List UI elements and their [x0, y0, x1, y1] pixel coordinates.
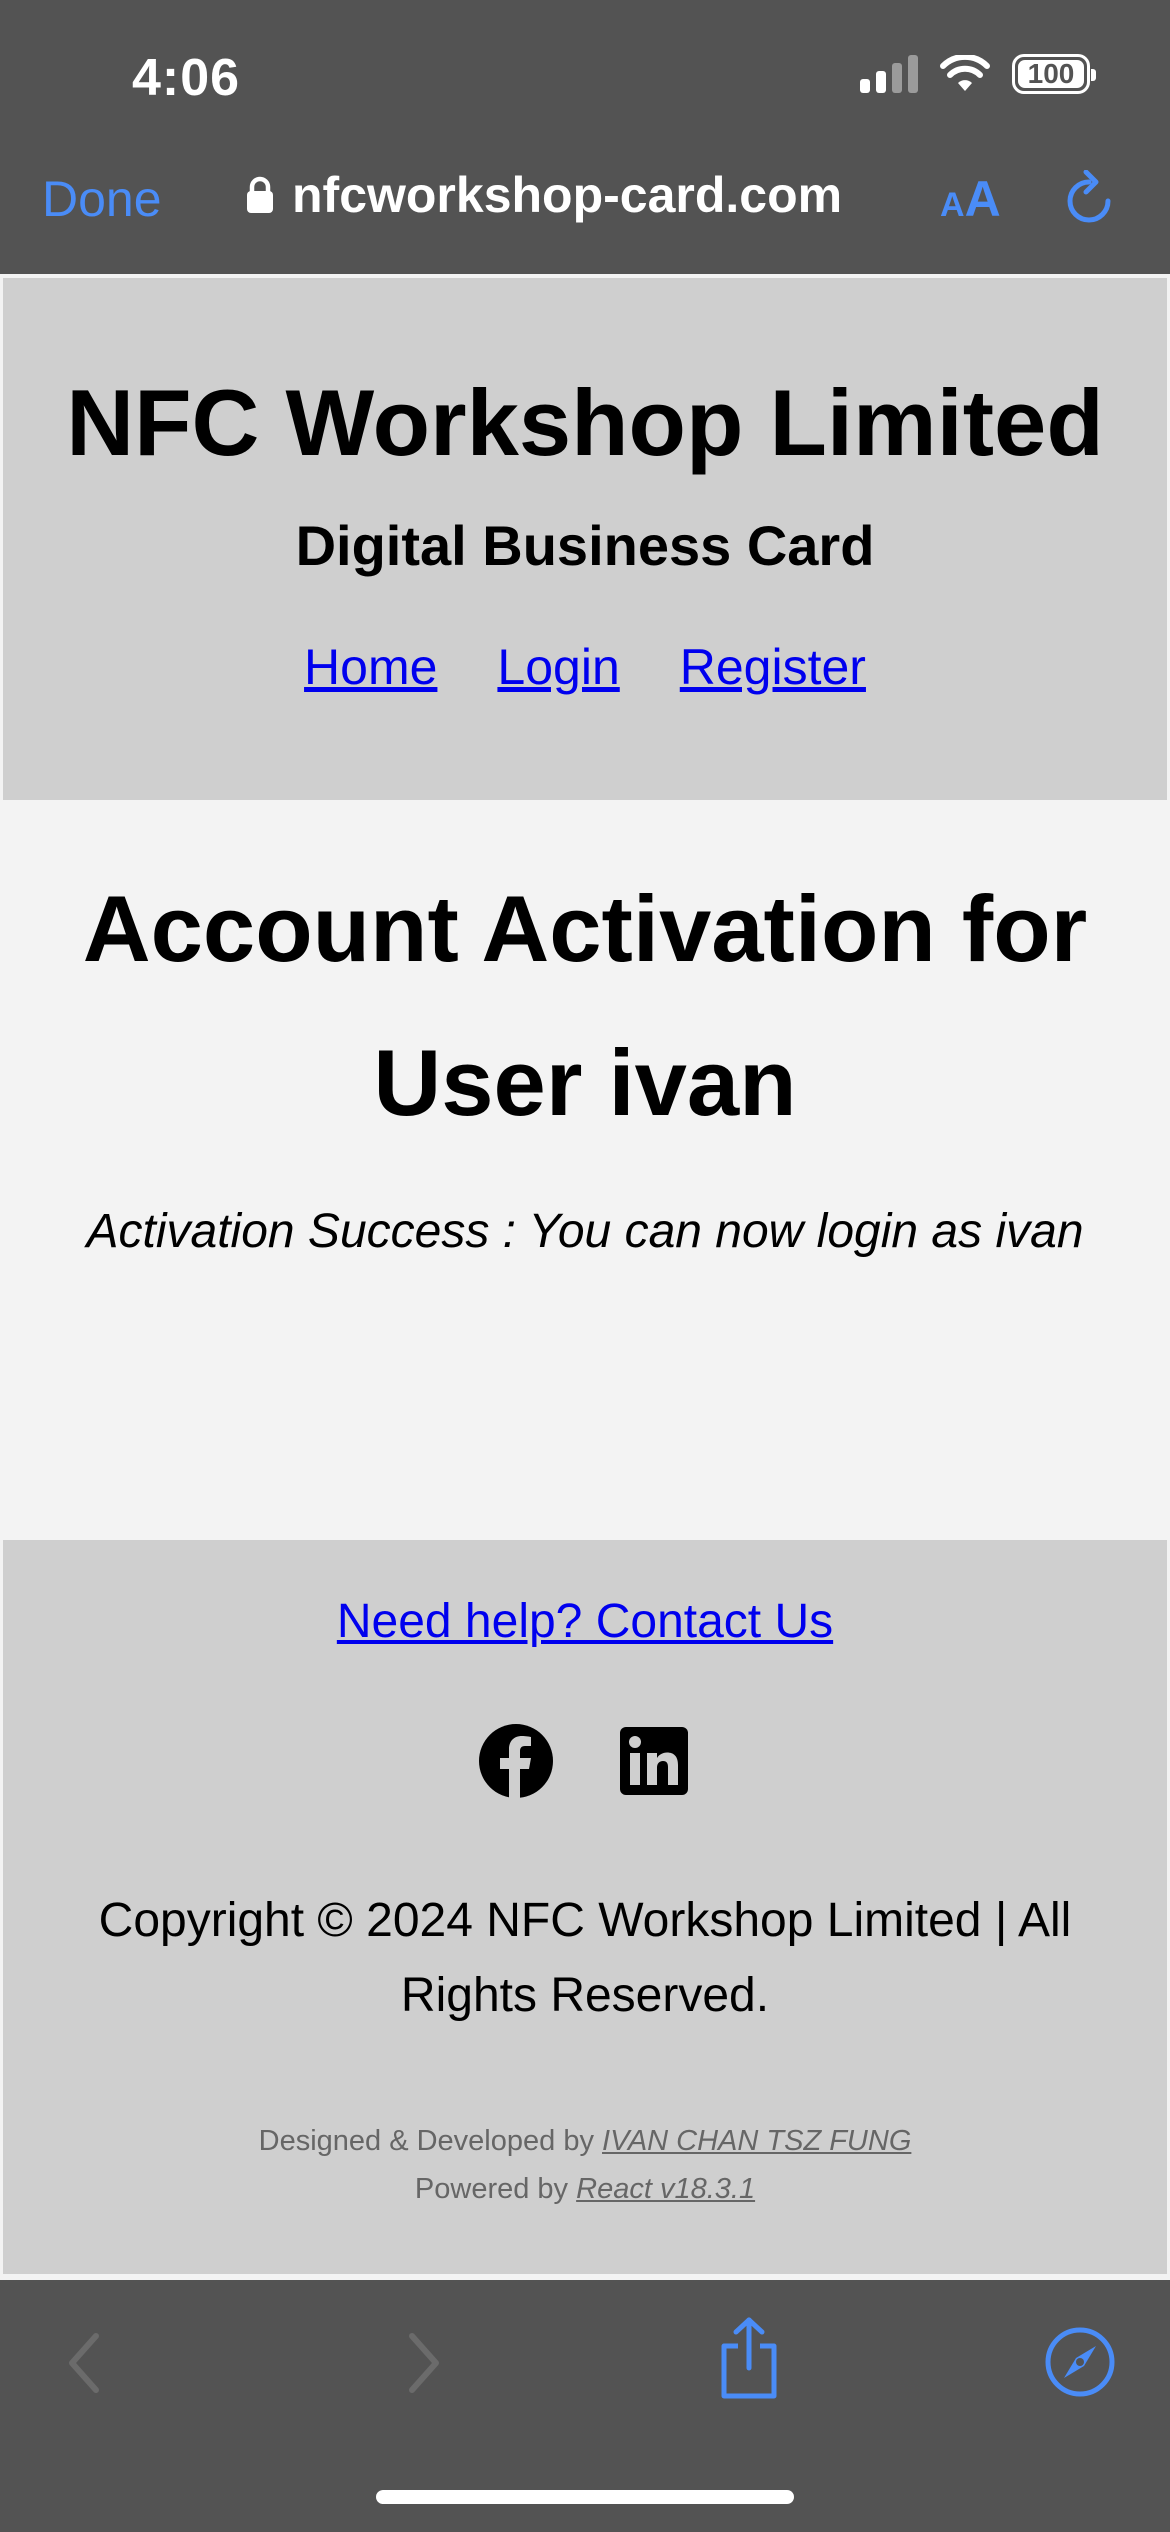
text-size-small-label: A	[940, 186, 965, 224]
nav-register-link[interactable]: Register	[680, 638, 866, 696]
powered-by-line: Powered by React v18.3.1	[3, 2165, 1167, 2213]
reload-icon	[1067, 169, 1111, 223]
lock-icon	[247, 176, 273, 213]
react-link[interactable]: React v18.3.1	[576, 2173, 755, 2205]
designed-by-label: Designed & Developed by	[258, 2125, 594, 2157]
page-title-line2: User ivan	[373, 1030, 797, 1135]
site-footer: Need help? Contact Us Copyright © 2024 N…	[3, 1540, 1167, 2274]
facebook-link[interactable]	[478, 1723, 554, 1799]
page-title: Account Activation for User ivan	[0, 800, 1170, 1160]
forward-button[interactable]	[398, 2330, 448, 2399]
copyright-line1: Copyright © 2024 NFC Workshop Limited | …	[98, 1894, 1072, 1947]
linkedin-icon	[620, 1727, 688, 1795]
linkedin-link[interactable]	[616, 1723, 692, 1799]
facebook-icon	[479, 1724, 553, 1799]
reload-button[interactable]	[1064, 169, 1114, 229]
activation-message: Activation Success : You can now login a…	[86, 1205, 1084, 1258]
main-nav: Home Login Register	[3, 638, 1167, 696]
social-links	[3, 1723, 1167, 1799]
copyright-text: Copyright © 2024 NFC Workshop Limited | …	[45, 1883, 1125, 2033]
designer-link[interactable]: IVAN CHAN TSZ FUNG	[602, 2125, 911, 2157]
designed-by-line: Designed & Developed by IVAN CHAN TSZ FU…	[3, 2117, 1167, 2165]
status-time: 4:06	[132, 49, 241, 107]
share-icon	[721, 2317, 777, 2399]
site-subtitle: Digital Business Card	[295, 513, 875, 577]
browser-top-bar: 4:06 100 Done nfcworkshop-card.com AA	[0, 0, 1170, 274]
text-size-button[interactable]: AA	[940, 170, 1001, 228]
back-button[interactable]	[60, 2330, 110, 2399]
home-indicator	[376, 2490, 794, 2504]
address-bar[interactable]: nfcworkshop-card.com	[246, 166, 842, 224]
wifi-icon	[940, 55, 990, 91]
page-title-line1: Account Activation for	[82, 876, 1088, 981]
open-in-safari-button[interactable]	[1044, 2326, 1116, 2401]
credits: Designed & Developed by IVAN CHAN TSZ FU…	[3, 2117, 1167, 2213]
site-title: NFC Workshop Limited	[66, 370, 1104, 475]
forward-icon	[409, 2333, 439, 2393]
nav-home-link[interactable]: Home	[304, 638, 437, 696]
compass-icon	[1045, 2327, 1115, 2397]
text-size-big-label: A	[964, 171, 1001, 227]
copyright-line2: Rights Reserved.	[400, 1969, 770, 2022]
powered-by-label: Powered by	[414, 2173, 569, 2205]
battery-level: 100	[1027, 58, 1075, 89]
done-button[interactable]: Done	[42, 170, 162, 228]
status-icons: 100	[860, 54, 1096, 94]
back-icon	[69, 2333, 99, 2393]
main-content: Account Activation for User ivan Activat…	[0, 800, 1170, 1540]
contact-us-link[interactable]: Need help? Contact Us	[337, 1594, 833, 1649]
site-header: NFC Workshop Limited Digital Business Ca…	[3, 278, 1167, 800]
share-button[interactable]	[714, 2316, 784, 2403]
signal-icon	[860, 55, 918, 93]
url-text: nfcworkshop-card.com	[292, 167, 843, 223]
battery-icon: 100	[1012, 54, 1096, 94]
nav-login-link[interactable]: Login	[497, 638, 619, 696]
